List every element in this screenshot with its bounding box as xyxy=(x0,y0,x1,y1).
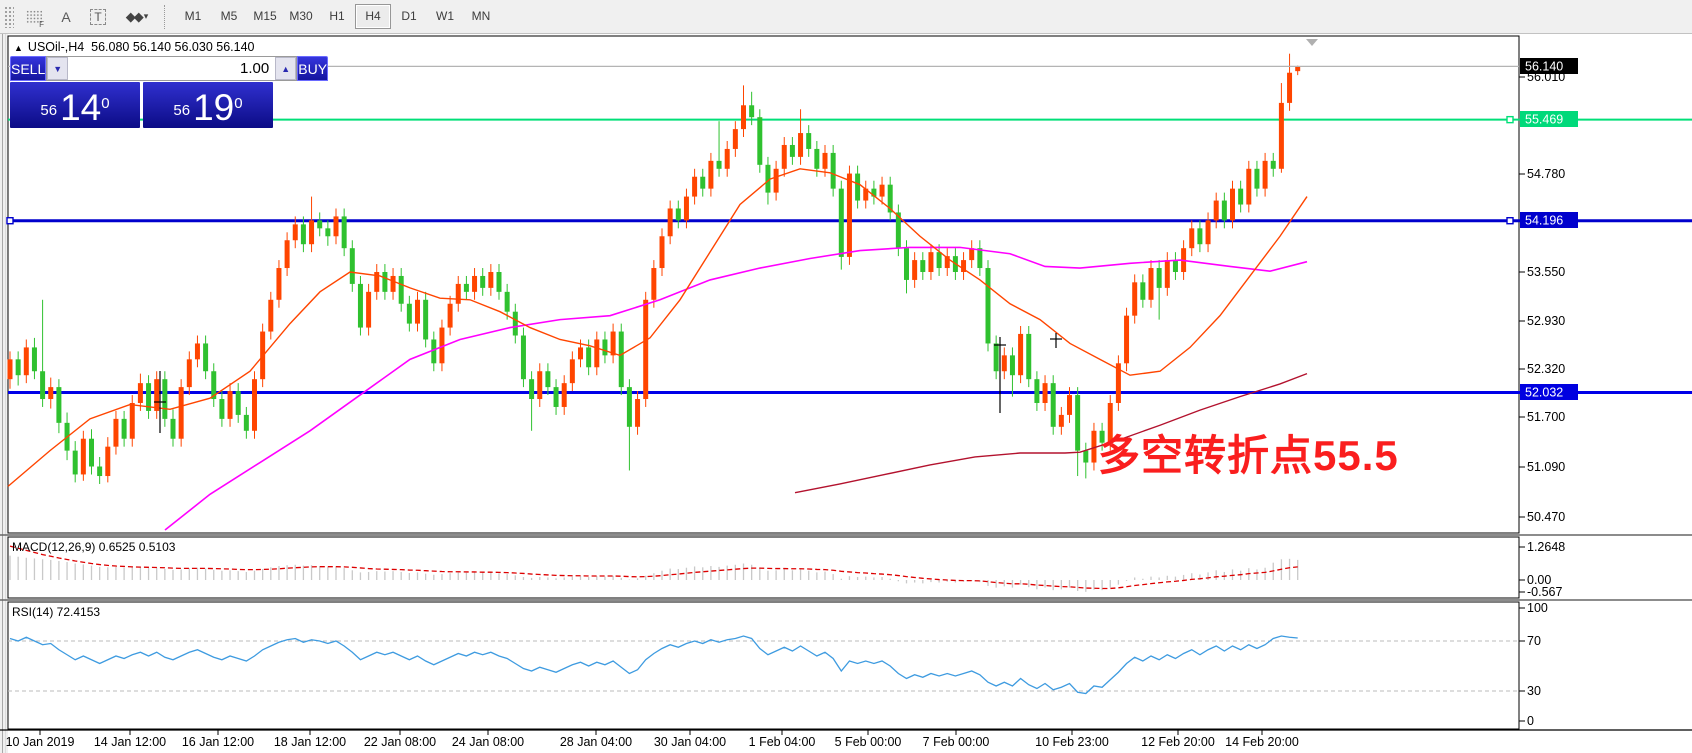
timeframe-button-group: M1M5M15M30H1H4D1W1MN xyxy=(175,4,499,29)
volume-up-button[interactable]: ▲ xyxy=(275,57,296,80)
price-badge-label: 56.140 xyxy=(1525,60,1563,74)
indicator-grid-icon[interactable]: F xyxy=(21,5,47,29)
hline-handle[interactable] xyxy=(1507,117,1513,123)
price-tick-label: 50.470 xyxy=(1527,510,1565,524)
timeframe-button-w1[interactable]: W1 xyxy=(427,4,463,29)
price-badge-label: 52.032 xyxy=(1525,386,1563,400)
timeframe-button-d1[interactable]: D1 xyxy=(391,4,427,29)
volume-input[interactable] xyxy=(68,57,275,80)
chevron-down-icon[interactable]: ▾ xyxy=(144,11,149,22)
rsi-indicator-label: RSI(14) 72.4153 xyxy=(12,605,100,619)
ask-price-int: 56 xyxy=(173,98,190,124)
one-click-trading-panel: SELL ▼ ▲ BUY 56 14 0 56 19 0 xyxy=(10,56,273,128)
ask-price-display[interactable]: 56 19 0 xyxy=(143,82,273,128)
window-left-edge xyxy=(0,33,8,753)
price-tick-label: 52.930 xyxy=(1527,314,1565,328)
price-tick-label: 52.320 xyxy=(1527,362,1565,376)
chart-text-annotation: 多空转折点55.5 xyxy=(1098,422,1399,483)
time-tick-label: 14 Feb 20:00 xyxy=(1225,735,1299,749)
time-tick-label: 10 Jan 2019 xyxy=(6,735,75,749)
ohlc-values: 56.080 56.140 56.030 56.140 xyxy=(91,40,254,54)
rsi-axis-label: 70 xyxy=(1527,634,1541,648)
bid-price-pip: 0 xyxy=(101,84,109,124)
rsi-axis-label: 0 xyxy=(1527,714,1534,728)
volume-control: ▼ ▲ xyxy=(46,56,297,81)
hline-handle[interactable] xyxy=(1507,218,1513,224)
timeframe-button-m30[interactable]: M30 xyxy=(283,4,319,29)
time-tick-label: 12 Feb 20:00 xyxy=(1141,735,1215,749)
price-badge-label: 55.469 xyxy=(1525,113,1563,127)
time-tick-label: 22 Jan 08:00 xyxy=(364,735,436,749)
price-tick-label: 51.090 xyxy=(1527,460,1565,474)
macd-indicator-label: MACD(12,26,9) 0.6525 0.5103 xyxy=(12,540,175,554)
time-tick-label: 5 Feb 00:00 xyxy=(835,735,902,749)
chart-canvas[interactable]: 56.01054.78053.55052.93052.32051.70051.0… xyxy=(0,33,1692,753)
time-tick-label: 1 Feb 04:00 xyxy=(749,735,816,749)
symbol-label: USOil-,H4 xyxy=(28,40,84,54)
toolbar-drag-handle[interactable] xyxy=(4,6,14,28)
rsi-axis-label: 100 xyxy=(1527,601,1548,615)
hline-handle[interactable] xyxy=(7,218,13,224)
timeframe-button-m1[interactable]: M1 xyxy=(175,4,211,29)
time-tick-label: 16 Jan 12:00 xyxy=(182,735,254,749)
time-tick-label: 7 Feb 00:00 xyxy=(923,735,990,749)
toolbar-separator xyxy=(164,5,171,29)
text-box-icon[interactable]: T xyxy=(85,5,111,29)
text-box-letter: T xyxy=(90,9,105,25)
text-label-icon[interactable]: A xyxy=(53,5,79,29)
timeframe-button-mn[interactable]: MN xyxy=(463,4,499,29)
timeframe-button-h4[interactable]: H4 xyxy=(355,4,391,29)
time-tick-label: 24 Jan 08:00 xyxy=(452,735,524,749)
price-tick-label: 54.780 xyxy=(1527,167,1565,181)
timeframe-button-m15[interactable]: M15 xyxy=(247,4,283,29)
timeframe-button-m5[interactable]: M5 xyxy=(211,4,247,29)
time-tick-label: 14 Jan 12:00 xyxy=(94,735,166,749)
price-tick-label: 53.550 xyxy=(1527,265,1565,279)
quote-bar: ▲ USOil-,H4 56.080 56.140 56.030 56.140 xyxy=(14,40,255,54)
time-tick-label: 18 Jan 12:00 xyxy=(274,735,346,749)
price-tick-label: 51.700 xyxy=(1527,410,1565,424)
buy-button[interactable]: BUY xyxy=(297,56,328,81)
arrows-tool-icon[interactable]: ◆◆ ▾ xyxy=(117,5,157,29)
timeframe-button-h1[interactable]: H1 xyxy=(319,4,355,29)
macd-axis-label: -0.567 xyxy=(1527,585,1562,599)
arrows-glyph: ◆◆ xyxy=(126,9,142,25)
volume-down-button[interactable]: ▼ xyxy=(47,57,68,80)
bid-price-display[interactable]: 56 14 0 xyxy=(10,82,140,128)
macd-axis-label: 1.2648 xyxy=(1527,540,1565,554)
indicator-grid-letter: F xyxy=(39,20,44,29)
rsi-axis-label: 30 xyxy=(1527,684,1541,698)
bid-price-int: 56 xyxy=(40,98,57,124)
time-tick-label: 28 Jan 04:00 xyxy=(560,735,632,749)
price-badge-label: 54.196 xyxy=(1525,214,1563,228)
time-tick-label: 10 Feb 23:00 xyxy=(1035,735,1109,749)
toolbar: F A T ◆◆ ▾ M1M5M15M30H1H4D1W1MN xyxy=(0,0,1692,34)
time-tick-label: 30 Jan 04:00 xyxy=(654,735,726,749)
ask-price-pip: 0 xyxy=(234,84,242,124)
sell-button[interactable]: SELL xyxy=(10,56,46,81)
price-up-triangle-icon: ▲ xyxy=(14,43,23,53)
ask-price-dec: 19 xyxy=(193,92,234,124)
bid-price-dec: 14 xyxy=(60,92,101,124)
